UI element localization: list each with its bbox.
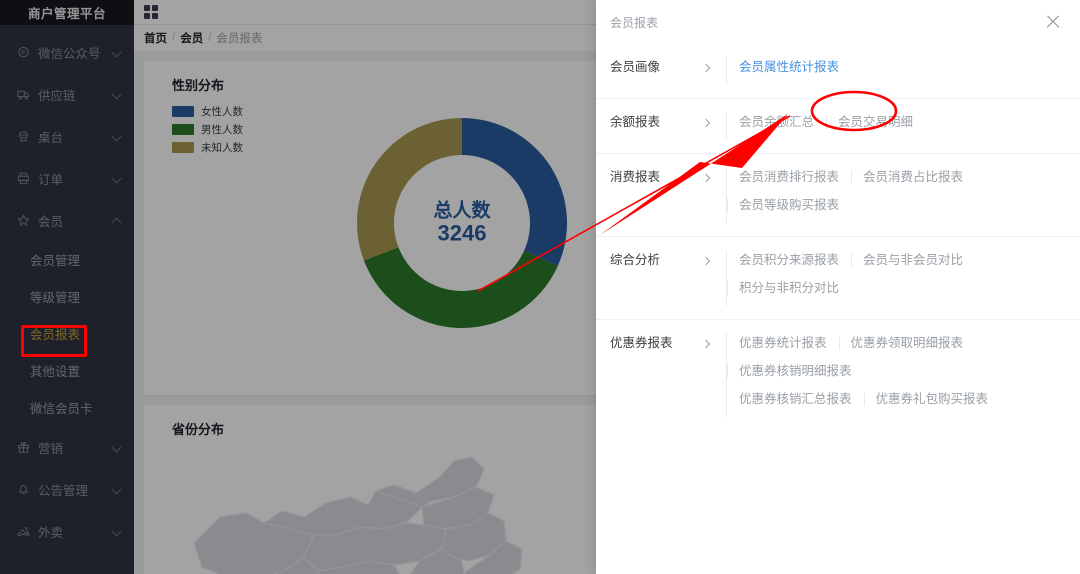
panel-row-label[interactable]: 消费报表 (610, 167, 686, 187)
panel-row: 综合分析 会员积分来源报表 会员与非会员对比 积分与非积分对比 (596, 236, 1080, 319)
panel-row: 优惠券报表 优惠券统计报表 优惠券领取明细报表优惠券核销明细报表 优惠券核销汇总报表优… (596, 319, 1080, 430)
panel-report-link[interactable]: 会员消费占比报表 (851, 167, 975, 187)
chevron-right-icon[interactable] (686, 333, 726, 353)
member-report-panel: 会员报表 会员画像 会员属性统计报表余额报表 会员余额汇总 会员交易明细消费报表 会员消… (596, 0, 1080, 574)
chevron-right-icon[interactable] (686, 167, 726, 187)
panel-report-link[interactable]: 优惠券核销汇总报表 (727, 389, 864, 409)
panel-link-group: 会员属性统计报表 (726, 57, 1066, 85)
panel-title: 会员报表 (610, 15, 659, 30)
panel-row-label[interactable]: 会员画像 (610, 57, 686, 77)
panel-row-label[interactable]: 余额报表 (610, 112, 686, 132)
panel-link-group: 会员消费排行报表 会员消费占比报表 会员等级购买报表 (726, 167, 1066, 223)
chevron-right-icon[interactable] (686, 112, 726, 132)
panel-report-link[interactable]: 会员等级购买报表 (727, 195, 851, 215)
screen-root: 商户管理平台 微信公众号 供应链 桌台 订单 会员 会员管理 等级管理 会员报表… (0, 0, 1080, 574)
panel-report-link[interactable]: 优惠券礼包购买报表 (863, 389, 1001, 409)
panel-row: 余额报表 会员余额汇总 会员交易明细 (596, 98, 1080, 153)
panel-row-label[interactable]: 优惠券报表 (610, 333, 686, 353)
panel-row: 消费报表 会员消费排行报表 会员消费占比报表 会员等级购买报表 (596, 153, 1080, 236)
panel-report-link[interactable]: 积分与非积分对比 (727, 278, 851, 298)
chevron-right-icon[interactable] (686, 57, 726, 77)
panel-row-list: 会员画像 会员属性统计报表余额报表 会员余额汇总 会员交易明细消费报表 会员消费排行报表… (596, 44, 1080, 430)
panel-report-link[interactable]: 会员积分来源报表 (727, 250, 851, 270)
panel-report-link[interactable]: 会员消费排行报表 (727, 167, 851, 187)
panel-report-link[interactable]: 会员与非会员对比 (851, 250, 975, 270)
panel-link-group: 会员余额汇总 会员交易明细 (726, 112, 1066, 140)
panel-link-group: 优惠券统计报表 优惠券领取明细报表优惠券核销明细报表 优惠券核销汇总报表 优惠券礼包购… (726, 333, 1066, 417)
panel-header: 会员报表 (596, 0, 1080, 44)
panel-report-link[interactable]: 优惠券统计报表 (727, 333, 839, 353)
panel-report-link[interactable]: 优惠券领取明细报表 (838, 333, 976, 353)
panel-row-label[interactable]: 综合分析 (610, 250, 686, 270)
panel-report-link[interactable]: 优惠券核销明细报表 (727, 361, 864, 381)
panel-row: 会员画像 会员属性统计报表 (596, 44, 1080, 98)
close-icon[interactable] (1044, 13, 1062, 31)
panel-report-link[interactable]: 会员交易明细 (826, 112, 925, 132)
chevron-right-icon[interactable] (686, 250, 726, 270)
panel-link-group: 会员积分来源报表 会员与非会员对比 积分与非积分对比 (726, 250, 1066, 306)
panel-report-link[interactable]: 会员属性统计报表 (727, 57, 851, 77)
panel-report-link[interactable]: 会员余额汇总 (727, 112, 826, 132)
